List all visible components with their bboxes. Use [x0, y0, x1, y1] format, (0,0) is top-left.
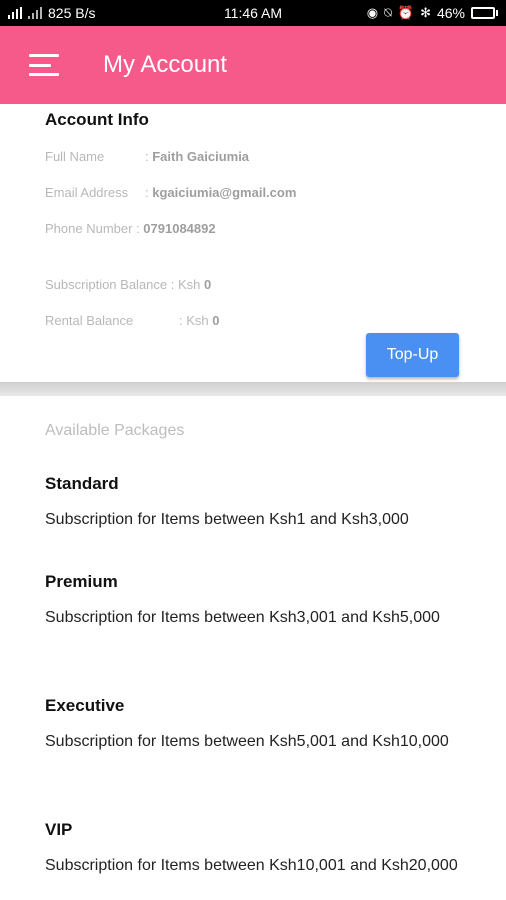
subscription-balance-currency: Ksh	[177, 277, 201, 292]
package-name: Standard	[45, 474, 119, 493]
battery-percent: 46%	[436, 5, 465, 21]
full-name-value: Faith Gaiciumia	[152, 149, 250, 164]
status-left: 825 B/s	[8, 5, 95, 21]
full-name-label: Full Name	[45, 149, 105, 164]
email-label: Email Address	[45, 185, 129, 200]
rental-balance-row: Rental Balance: Ksh 0	[45, 313, 220, 328]
package-standard[interactable]: Standard Subscription for Items between …	[45, 474, 465, 532]
hamburger-menu-icon[interactable]	[29, 54, 61, 76]
network-speed: 825 B/s	[48, 5, 96, 21]
package-premium[interactable]: Premium Subscription for Items between K…	[45, 572, 465, 630]
package-description: Subscription for Items between Ksh10,001…	[45, 857, 458, 874]
package-name: Executive	[45, 696, 125, 715]
package-description: Subscription for Items between Ksh3,001 …	[45, 609, 440, 626]
bluetooth-icon: ✻	[420, 5, 431, 21]
battery-icon	[471, 7, 498, 19]
eye-icon: ◉	[366, 5, 379, 21]
top-up-button[interactable]: Top-Up	[366, 333, 459, 377]
phone-value: 0791084892	[143, 221, 216, 236]
phone-row: Phone Number : 0791084892	[45, 221, 216, 236]
package-vip[interactable]: VIP Subscription for Items between Ksh10…	[45, 820, 465, 878]
package-name: VIP	[45, 820, 73, 839]
subscription-balance-value: 0	[204, 277, 212, 292]
package-executive[interactable]: Executive Subscription for Items between…	[45, 696, 465, 754]
package-description: Subscription for Items between Ksh5,001 …	[45, 733, 449, 750]
status-bar: 825 B/s 11:46 AM ◉ ⍉ ⏰ ✻ 46%	[0, 0, 506, 26]
account-info-section: Account Info Full Name: Faith Gaiciumia …	[0, 104, 506, 382]
rental-balance-label: Rental Balance	[45, 313, 134, 328]
email-value: kgaiciumia@gmail.com	[152, 185, 297, 200]
section-divider	[0, 382, 506, 396]
phone-label: Phone Number	[45, 221, 133, 236]
rental-balance-currency: Ksh	[186, 313, 209, 328]
full-name-row: Full Name: Faith Gaiciumia	[45, 149, 250, 164]
rental-balance-value: 0	[212, 313, 220, 328]
page-title: My Account	[103, 51, 228, 78]
notification-muted-icon: ⍉	[384, 5, 392, 21]
package-description: Subscription for Items between Ksh1 and …	[45, 511, 409, 528]
email-row: Email Address: kgaiciumia@gmail.com	[45, 185, 297, 200]
app-bar: My Account	[0, 26, 506, 104]
available-packages-section: Available Packages Standard Subscription…	[0, 396, 506, 900]
signal-icon	[8, 7, 22, 19]
subscription-balance-label: Subscription Balance	[45, 277, 168, 292]
alarm-icon: ⏰	[397, 5, 415, 21]
subscription-balance-row: Subscription Balance : Ksh 0	[45, 277, 212, 292]
available-packages-heading: Available Packages	[45, 422, 185, 439]
status-right: ◉ ⍉ ⏰ ✻ 46%	[367, 5, 498, 21]
package-name: Premium	[45, 572, 118, 591]
account-info-title: Account Info	[45, 110, 149, 129]
signal-weak-icon	[28, 7, 42, 19]
